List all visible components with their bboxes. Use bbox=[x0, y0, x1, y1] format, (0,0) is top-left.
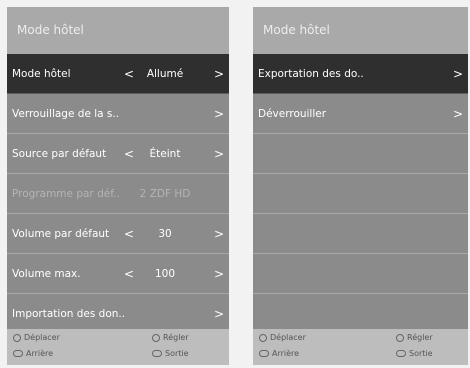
hint-adjust: Régler bbox=[396, 333, 433, 342]
hint-move: Déplacer bbox=[259, 333, 306, 342]
left-arrow-icon[interactable]: < bbox=[124, 54, 134, 94]
exit-button-icon bbox=[152, 350, 162, 357]
menu-item-data-export[interactable]: Exportation des do.. > bbox=[253, 54, 468, 94]
exit-button-icon bbox=[396, 350, 406, 357]
left-arrow-icon[interactable]: < bbox=[124, 254, 134, 294]
right-arrow-icon[interactable]: > bbox=[214, 134, 224, 174]
empty-row bbox=[253, 214, 468, 254]
dpad-icon bbox=[259, 333, 267, 342]
menu-item-label: Exportation des do.. bbox=[258, 68, 364, 80]
right-arrow-icon[interactable]: > bbox=[214, 254, 224, 294]
hotel-mode-menu-left: Mode hôtel Mode hôtel < Allumé > Verroui… bbox=[7, 7, 229, 365]
menu-item-max-volume[interactable]: Volume max. < 100 > bbox=[7, 254, 229, 294]
menu-item-label: Volume par défaut bbox=[12, 228, 110, 240]
menu-item-data-import[interactable]: Importation des don.. > bbox=[7, 294, 229, 334]
right-arrow-icon[interactable]: > bbox=[214, 54, 224, 94]
back-button-icon bbox=[259, 350, 269, 357]
menu-item-default-source[interactable]: Source par défaut < Éteint > bbox=[7, 134, 229, 174]
menu-item-label: Mode hôtel bbox=[12, 68, 71, 80]
back-button-icon bbox=[13, 350, 23, 357]
menu-item-value: Allumé bbox=[146, 68, 184, 80]
right-arrow-icon[interactable]: > bbox=[214, 94, 224, 134]
hint-back: Arrière bbox=[13, 349, 53, 358]
menu-title: Mode hôtel bbox=[7, 7, 229, 54]
right-arrow-icon[interactable]: > bbox=[453, 94, 463, 134]
empty-row bbox=[253, 254, 468, 294]
menu-item-value: 30 bbox=[158, 228, 172, 240]
menu-item-label: Volume max. bbox=[12, 268, 81, 280]
empty-row bbox=[253, 294, 468, 334]
key-hints-footer: Déplacer Régler Arrière Sortie bbox=[7, 329, 229, 365]
right-arrow-icon[interactable]: > bbox=[214, 294, 224, 334]
menu-item-hotel-mode[interactable]: Mode hôtel < Allumé > bbox=[7, 54, 229, 94]
hint-move: Déplacer bbox=[13, 333, 60, 342]
menu-item-label: Déverrouiller bbox=[258, 108, 327, 120]
key-hints-footer: Déplacer Régler Arrière Sortie bbox=[253, 329, 468, 365]
left-arrow-icon[interactable]: < bbox=[124, 134, 134, 174]
right-arrow-icon[interactable]: > bbox=[453, 54, 463, 94]
ok-button-icon bbox=[396, 333, 404, 342]
menu-item-default-program: Programme par déf.. 2 ZDF HD bbox=[7, 174, 229, 214]
hint-adjust: Régler bbox=[152, 333, 189, 342]
menu-item-value: 100 bbox=[154, 268, 176, 280]
menu-title: Mode hôtel bbox=[253, 7, 468, 54]
left-arrow-icon[interactable]: < bbox=[124, 214, 134, 254]
menu-item-label: Programme par déf.. bbox=[12, 188, 120, 200]
hint-exit: Sortie bbox=[152, 349, 189, 358]
menu-item-value: 2 ZDF HD bbox=[139, 188, 191, 200]
menu-item-unlock[interactable]: Déverrouiller > bbox=[253, 94, 468, 134]
menu-item-value: Éteint bbox=[149, 148, 181, 160]
menu-item-screen-lock[interactable]: Verrouillage de la s.. > bbox=[7, 94, 229, 134]
hotel-mode-menu-right: Mode hôtel Exportation des do.. > Déverr… bbox=[253, 7, 468, 365]
menu-item-label: Verrouillage de la s.. bbox=[12, 108, 120, 120]
empty-row bbox=[253, 174, 468, 214]
hint-exit: Sortie bbox=[396, 349, 433, 358]
ok-button-icon bbox=[152, 333, 160, 342]
hint-back: Arrière bbox=[259, 349, 299, 358]
menu-item-default-volume[interactable]: Volume par défaut < 30 > bbox=[7, 214, 229, 254]
dpad-icon bbox=[13, 333, 21, 342]
empty-row bbox=[253, 134, 468, 174]
right-arrow-icon[interactable]: > bbox=[214, 214, 224, 254]
menu-item-label: Source par défaut bbox=[12, 148, 107, 160]
menu-item-label: Importation des don.. bbox=[12, 308, 126, 320]
